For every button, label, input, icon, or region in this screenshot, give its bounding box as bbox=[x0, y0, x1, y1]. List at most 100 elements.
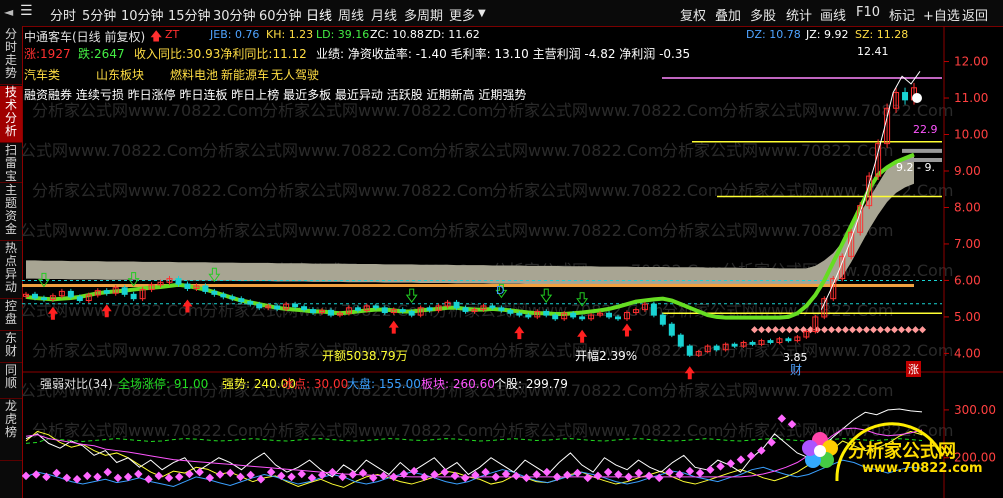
indicator-diamond-marker bbox=[614, 470, 623, 479]
candle-body bbox=[211, 290, 218, 295]
candle-body bbox=[354, 307, 361, 311]
price-tick-label: 8.00 bbox=[954, 200, 981, 214]
finance-marker[interactable]: 财 bbox=[790, 361, 802, 378]
watermark-text: 分析家公式网www.70822.Com bbox=[722, 341, 953, 360]
candle-body bbox=[372, 305, 379, 309]
pink-diamond-marker bbox=[918, 326, 927, 334]
sidebar-item[interactable]: 龙虎榜 bbox=[0, 400, 22, 461]
watermark-text: 分析家公式网www.70822.Com bbox=[32, 341, 263, 360]
period-tab-fenshi[interactable]: 分时 bbox=[50, 5, 76, 24]
pink-diamond-marker bbox=[904, 326, 913, 334]
indicator-diamond-marker bbox=[174, 472, 184, 482]
d-marker: D bbox=[496, 284, 505, 297]
indicator-diamond-marker bbox=[113, 473, 123, 483]
candle-body bbox=[453, 301, 460, 309]
price-tick-label: 7.00 bbox=[954, 237, 981, 251]
period-tab-weekly[interactable]: 周线 bbox=[338, 5, 364, 24]
candle-body bbox=[121, 287, 128, 295]
red-up-arrow-icon bbox=[514, 326, 525, 340]
watermark-text: 分析家公式网www.70822.Com bbox=[32, 181, 263, 200]
indicator-diamond-marker bbox=[440, 467, 449, 477]
indicator-diamond-marker bbox=[42, 472, 51, 482]
indicator-diamond-marker bbox=[716, 462, 725, 471]
period-tab-daily[interactable]: 日线 bbox=[306, 5, 332, 24]
candle-body bbox=[238, 298, 245, 303]
period-tab-monthly[interactable]: 月线 bbox=[371, 5, 397, 24]
indicator-diamond-marker bbox=[31, 470, 41, 479]
return-button[interactable]: 返回 bbox=[962, 5, 988, 24]
candle-body bbox=[570, 312, 577, 318]
sidebar-item[interactable]: 技术分析 bbox=[0, 86, 22, 143]
indicator-name[interactable]: 强弱对比(34) bbox=[40, 375, 113, 392]
period-tab-30min[interactable]: 30分钟 bbox=[213, 5, 256, 24]
indicator-diamond-marker bbox=[532, 470, 541, 479]
indicator-diamond-marker bbox=[511, 471, 521, 481]
flower-logo-icon bbox=[800, 430, 840, 470]
indicator-diamond-marker bbox=[706, 465, 715, 474]
back-arrow-icon[interactable]: ◄ bbox=[4, 5, 13, 19]
candle-body bbox=[686, 345, 693, 356]
sidebar-item[interactable]: 扫雷宝 bbox=[0, 144, 22, 183]
price-tick-label: 5.00 bbox=[954, 310, 981, 324]
period-tab-5min[interactable]: 5分钟 bbox=[82, 5, 116, 24]
candle-body bbox=[220, 293, 227, 298]
turnover-label: 开额5038.79万 bbox=[322, 349, 408, 363]
pink-diamond-marker bbox=[764, 326, 773, 334]
period-tab-10min[interactable]: 10分钟 bbox=[121, 5, 164, 24]
sidebar-item[interactable]: 主题资金 bbox=[0, 184, 22, 241]
period-tab-15min[interactable]: 15分钟 bbox=[168, 5, 211, 24]
indicator-diamond-marker bbox=[236, 472, 245, 482]
watermark-text: 分析家公式网www.70822.Com bbox=[262, 101, 493, 120]
left-sidebar: 分时走势技术分析扫雷宝主题资金热点异动控盘东财同顺龙虎榜 bbox=[0, 26, 23, 498]
fuquan-button[interactable]: 复权 bbox=[680, 5, 706, 24]
period-tab-60min[interactable]: 60分钟 bbox=[259, 5, 302, 24]
candle-body bbox=[103, 290, 110, 294]
candle-body bbox=[256, 303, 263, 309]
watermark-text: 分析家公式网www.70822.Com bbox=[202, 221, 433, 240]
price-tick-label: 9.00 bbox=[954, 164, 981, 178]
watermark-text: 分析家公式网www.70822.Com bbox=[492, 421, 723, 440]
sidebar-toggle-icon[interactable]: ☰ bbox=[20, 3, 33, 19]
f10-button[interactable]: F10 bbox=[856, 5, 880, 20]
red-up-arrow-icon bbox=[388, 320, 399, 334]
candle-body bbox=[40, 297, 47, 300]
mark-button[interactable]: 标记 bbox=[889, 5, 915, 24]
pink-diamond-marker bbox=[757, 326, 766, 334]
multi-stock-button[interactable]: 多股 bbox=[750, 5, 776, 24]
sidebar-item[interactable]: 同顺 bbox=[0, 364, 22, 399]
watermark-text: 分析家公式网www.70822.Com bbox=[432, 221, 663, 240]
price-tick-label: 10.00 bbox=[954, 128, 988, 142]
candle-body bbox=[650, 303, 657, 316]
sidebar-item[interactable]: 东财 bbox=[0, 332, 22, 363]
candle-body bbox=[713, 345, 720, 351]
overlay-button[interactable]: 叠加 bbox=[715, 5, 741, 24]
indicator-stock: 个股: 299.79 bbox=[494, 377, 568, 391]
add-watchlist-button[interactable]: +自选 bbox=[923, 5, 960, 24]
watermark-text: 分析家公式网www.70822.Com bbox=[262, 421, 493, 440]
stats-button[interactable]: 统计 bbox=[786, 5, 812, 24]
stock-chart[interactable]: 分析家公式网www.70822.Com分析家公式网www.70822.Com分析… bbox=[22, 26, 1003, 498]
candle-body bbox=[767, 340, 774, 343]
draw-line-button[interactable]: 画线 bbox=[820, 5, 846, 24]
indicator-ice: 冰点: 30.00 bbox=[282, 377, 349, 391]
indicator-market: 大盘: 155.00 bbox=[347, 377, 421, 391]
sidebar-item[interactable]: 热点异动 bbox=[0, 242, 22, 299]
more-menu-button[interactable]: 更多 bbox=[449, 5, 475, 24]
period-tab-multi[interactable]: 多周期 bbox=[404, 5, 443, 24]
indicator-diamond-marker bbox=[603, 467, 613, 477]
candle-body bbox=[579, 316, 586, 320]
indicator-diamond-marker bbox=[103, 467, 112, 477]
indicator-diamond-marker bbox=[215, 470, 225, 479]
sidebar-item[interactable]: 分时走势 bbox=[0, 28, 22, 85]
candle-body bbox=[749, 341, 756, 345]
pink-diamond-marker bbox=[820, 326, 829, 334]
indicator-diamond-marker bbox=[185, 469, 194, 479]
candle-body bbox=[552, 314, 559, 320]
sidebar-item[interactable]: 控盘 bbox=[0, 300, 22, 331]
chevron-down-icon[interactable]: ▼ bbox=[478, 8, 486, 19]
red-up-arrow-icon bbox=[621, 323, 632, 337]
candle-body bbox=[327, 309, 334, 316]
watermark-text: 分析家公式网www.70822.Com bbox=[32, 101, 263, 120]
candle-body bbox=[659, 314, 666, 325]
candle-body bbox=[274, 305, 281, 310]
